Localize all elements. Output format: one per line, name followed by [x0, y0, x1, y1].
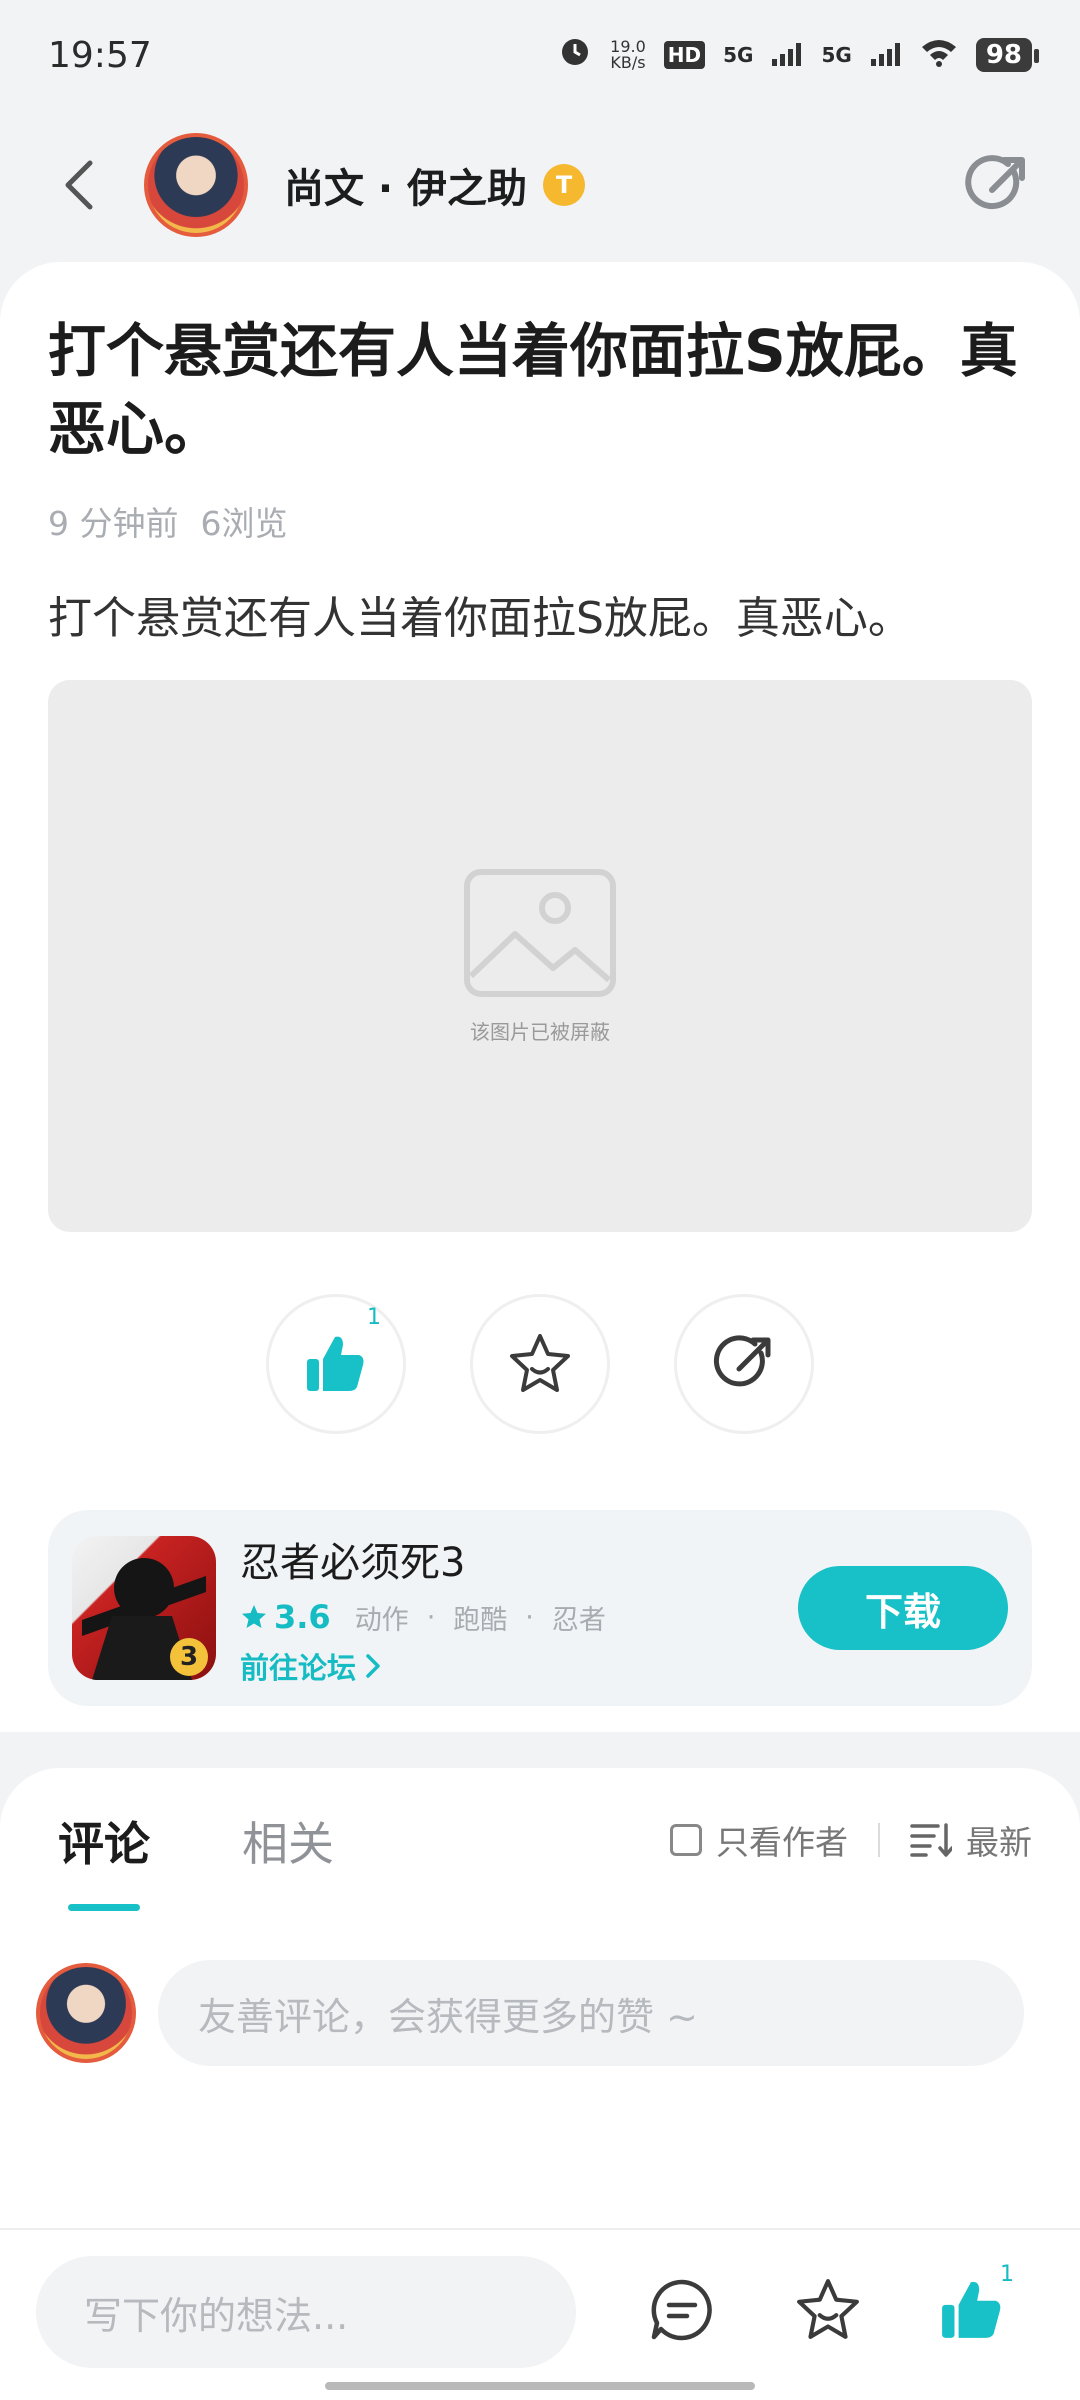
alarm-icon: [558, 34, 592, 77]
thumbs-up-icon: [942, 2281, 1001, 2338]
game-icon-number: 3: [170, 1638, 208, 1676]
comment-filters: 只看作者 最新: [670, 1816, 1032, 1864]
tab-related[interactable]: 相关: [242, 1808, 334, 1874]
favorite-bottom-button[interactable]: [788, 2270, 868, 2350]
home-indicator[interactable]: [325, 2382, 755, 2390]
battery-icon: 98: [975, 38, 1040, 72]
share-action-button[interactable]: [674, 1294, 814, 1434]
signal-5g-2: 5G: [821, 43, 852, 67]
share-button[interactable]: [962, 150, 1032, 220]
game-rating: 3.6: [274, 1598, 331, 1636]
game-meta-row: 3.6 动作 · 跑酷 · 忍者: [240, 1598, 798, 1637]
sort-label[interactable]: 最新: [966, 1816, 1032, 1864]
thumbs-up-icon: [307, 1336, 364, 1391]
comment-input[interactable]: 友善评论，会获得更多的赞 ~: [158, 1960, 1024, 2066]
star-icon: [510, 1334, 570, 1392]
author-name[interactable]: 尚文 · 伊之助: [284, 156, 527, 214]
download-button[interactable]: 下载: [798, 1566, 1008, 1650]
status-icons: 19.0 KB/s HD 5G 5G 98: [558, 34, 1040, 77]
like-count: 1: [367, 1305, 381, 1330]
share-icon: [965, 155, 1025, 210]
forum-link[interactable]: 前往论坛: [240, 1645, 798, 1687]
game-icon[interactable]: 3: [72, 1536, 216, 1680]
rating-star-icon: [242, 1605, 266, 1628]
hd-indicator: HD: [663, 41, 706, 69]
star-icon: [797, 2279, 859, 2339]
game-info: 忍者必须死3 3.6 动作 · 跑酷 · 忍者 前往论坛: [240, 1530, 798, 1687]
back-arrow-icon: [65, 160, 93, 210]
game-tag: 动作: [354, 1604, 409, 1636]
post-body: 打个悬赏还有人当着你面拉S放屁。真恶心。: [48, 593, 912, 644]
blocked-image[interactable]: 该图片已被屏蔽: [48, 680, 1032, 1232]
bottom-bar: 写下你的想法... 1: [0, 2228, 1080, 2400]
game-tag: 跑酷: [453, 1604, 508, 1636]
signal-bars-icon: [870, 35, 902, 76]
share-icon: [713, 1335, 771, 1387]
game-tag: 忍者: [551, 1604, 606, 1636]
post-views: 6浏览: [200, 504, 288, 543]
post-title: 打个悬赏还有人当着你面拉S放屁。真恶心。: [48, 317, 1018, 463]
sort-icon[interactable]: [910, 1822, 952, 1858]
comments-section: 评论 相关 只看作者 最新 友善评论，会获得更多的赞 ~: [0, 1768, 1080, 2228]
tab-indicator: [68, 1904, 140, 1911]
game-name: 忍者必须死3: [240, 1539, 466, 1586]
comment-composer: 友善评论，会获得更多的赞 ~: [36, 1960, 1024, 2066]
status-bar: 19:57 19.0 KB/s HD 5G 5G 98: [0, 0, 1080, 110]
tab-comments[interactable]: 评论: [58, 1808, 150, 1874]
post-header: 尚文 · 伊之助 T: [0, 110, 1080, 260]
post-actions: 1: [0, 1294, 1080, 1434]
author-avatar[interactable]: [144, 133, 248, 237]
blocked-image-caption: 该图片已被屏蔽: [470, 1019, 610, 1044]
forum-link-label: 前往论坛: [240, 1650, 357, 1685]
comment-button[interactable]: [642, 2270, 722, 2350]
comment-icon: [651, 2279, 712, 2341]
tag-separator: ·: [426, 1601, 436, 1633]
author-level-badge: T: [543, 164, 586, 206]
signal-5g-1: 5G: [723, 43, 754, 67]
favorite-button[interactable]: [470, 1294, 610, 1434]
image-placeholder-icon: [464, 868, 616, 997]
back-button[interactable]: [48, 155, 108, 215]
only-author-checkbox[interactable]: [670, 1824, 702, 1856]
status-time: 19:57: [48, 34, 152, 76]
post-time: 9 分钟前: [48, 504, 179, 543]
post-card: 打个悬赏还有人当着你面拉S放屁。真恶心。 9 分钟前 6浏览 打个悬赏还有人当着你…: [0, 262, 1080, 1732]
tag-separator: ·: [525, 1601, 534, 1633]
filter-divider: [878, 1823, 880, 1857]
like-button[interactable]: 1: [266, 1294, 406, 1434]
bottom-like-count: 1: [1000, 2262, 1014, 2287]
signal-bars-icon: [771, 35, 803, 76]
thought-input[interactable]: 写下你的想法...: [36, 2256, 576, 2368]
user-avatar: [36, 1963, 136, 2063]
wifi-icon: [920, 35, 958, 76]
network-speed: 19.0 KB/s: [610, 37, 646, 72]
only-author-label[interactable]: 只看作者: [716, 1816, 848, 1864]
chevron-right-icon: [366, 1653, 380, 1678]
post-meta: 9 分钟前 6浏览: [48, 497, 288, 545]
game-card[interactable]: 3 忍者必须死3 3.6 动作 · 跑酷 · 忍者 前往论坛 下载: [48, 1510, 1032, 1706]
